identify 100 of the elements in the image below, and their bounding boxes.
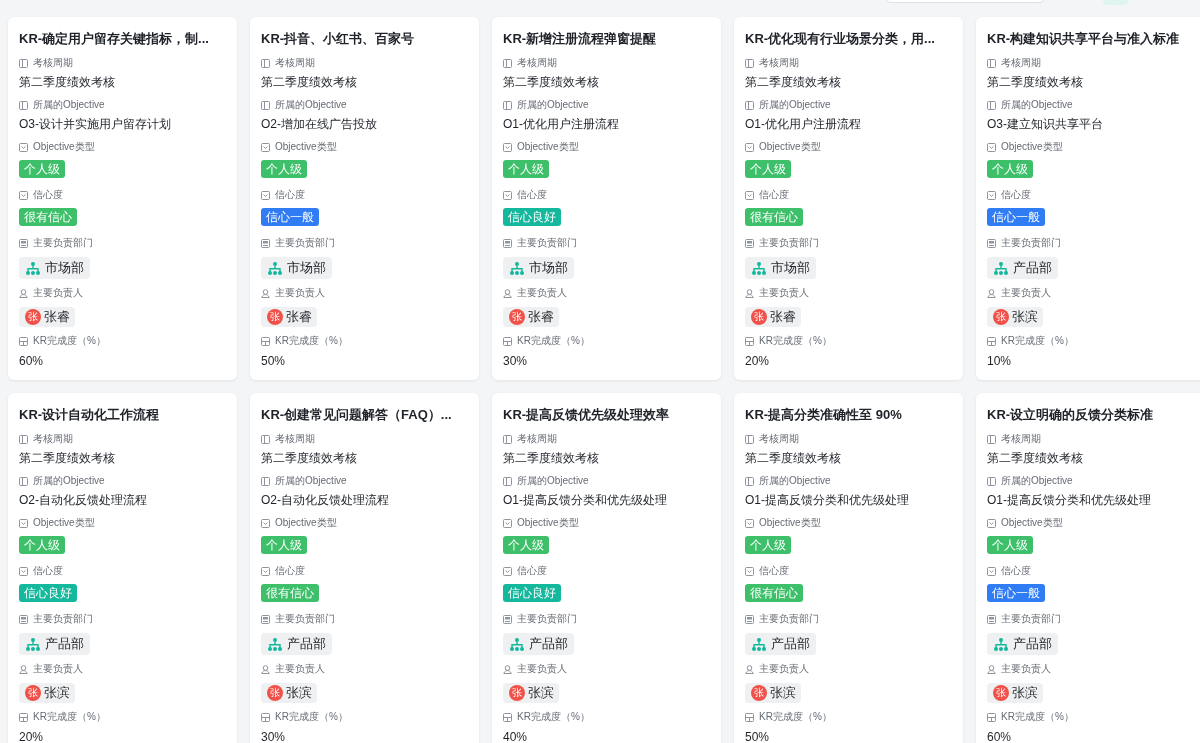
kr-card[interactable]: KR-设立明确的反馈分类标准 考核周期 第二季度绩效考核 所属的Objective O1-提高反馈分类和优先级处理 Objective类型 个人级 信心度 信心一般 主要负责部门 产品部 主要负责人 张 张滨 KR完成度（%） 60%: [976, 393, 1200, 743]
id-card-icon: [503, 238, 512, 248]
kr-card[interactable]: KR-设计自动化工作流程 考核周期 第二季度绩效考核 所属的Objective O2-自动化反馈处理流程 Objective类型 个人级 信心度 信心良好 主要负责部门 产品部 主要负责人 张 张滨 KR完成度（%） 20%: [8, 393, 237, 743]
column-icon: [987, 58, 996, 68]
dropdown-box-icon: [745, 566, 754, 576]
field-label: KR完成度（%）: [1001, 710, 1074, 724]
status-tag: 个人级: [503, 160, 549, 178]
field-label: 主要负责人: [517, 286, 567, 300]
field-label: 主要负责人: [1001, 662, 1051, 676]
column-icon: [745, 58, 754, 68]
status-tag: 信心良好: [19, 584, 77, 602]
field-value: 第二季度绩效考核: [19, 74, 115, 91]
field-label: 主要负责人: [275, 662, 325, 676]
field-value: 50%: [745, 729, 770, 743]
field-label: 所属的Objective: [33, 474, 105, 488]
status-tag: 很有信心: [19, 208, 77, 226]
table-icon: [19, 712, 28, 722]
person-icon: [987, 288, 996, 298]
table-icon: [261, 336, 270, 346]
field-label: KR完成度（%）: [517, 334, 590, 348]
dropdown-box-icon: [503, 518, 512, 528]
field-label: 考核周期: [1001, 56, 1041, 70]
field-label: KR完成度（%）: [517, 710, 590, 724]
field-label: 信心度: [759, 188, 789, 202]
kr-card[interactable]: KR-抖音、小红书、百家号 考核周期 第二季度绩效考核 所属的Objective O2-增加在线广告投放 Objective类型 个人级 信心度 信心一般 主要负责部门 市场部 主要负责人 张 张睿 KR完成度（%） 50%: [250, 17, 479, 380]
field-label: 所属的Objective: [759, 98, 831, 112]
field-label: 主要负责部门: [33, 236, 93, 250]
field-label: 考核周期: [759, 56, 799, 70]
column-icon: [745, 476, 754, 486]
kr-card[interactable]: KR-创建常见问题解答（FAQ）... 考核周期 第二季度绩效考核 所属的Objective O2-自动化反馈处理流程 Objective类型 个人级 信心度 很有信心 主要负责部门 产品部 主要负责人 张 张滨 KR完成度（%） 30%: [250, 393, 479, 743]
kr-card[interactable]: KR-提高分类准确性至 90% 考核周期 第二季度绩效考核 所属的Objective O1-提高反馈分类和优先级处理 Objective类型 个人级 信心度 很有信心 主要负责部门 产品部 主要负责人 张 张滨 KR完成度（%） 50%: [734, 393, 963, 743]
field-label: 主要负责人: [275, 286, 325, 300]
column-icon: [503, 100, 512, 110]
status-tag: 信心一般: [987, 208, 1045, 226]
field-label: 所属的Objective: [517, 474, 589, 488]
status-tag: 个人级: [19, 160, 65, 178]
field-label: 主要负责人: [1001, 286, 1051, 300]
department-name: 产品部: [529, 635, 568, 653]
field-value: O2-增加在线广告投放: [261, 116, 377, 133]
user-avatar: 张: [267, 309, 283, 325]
id-card-icon: [19, 238, 28, 248]
field-label: Objective类型: [517, 140, 579, 154]
person-icon: [987, 664, 996, 674]
field-value: 30%: [261, 729, 286, 743]
kr-card[interactable]: KR-提高反馈优先级处理效率 考核周期 第二季度绩效考核 所属的Objective O1-提高反馈分类和优先级处理 Objective类型 个人级 信心度 信心良好 主要负责部门 产品部 主要负责人 张 张滨 KR完成度（%） 40%: [492, 393, 721, 743]
table-icon: [503, 336, 512, 346]
column-icon: [745, 100, 754, 110]
org-chart-icon: [268, 261, 282, 275]
field-label: 考核周期: [517, 56, 557, 70]
org-chart-icon: [994, 637, 1008, 651]
person-icon: [503, 288, 512, 298]
column-icon: [503, 58, 512, 68]
person-name: 张滨: [286, 684, 312, 702]
dropdown-box-icon: [745, 142, 754, 152]
field-label: Objective类型: [1001, 140, 1063, 154]
status-tag: 信心一般: [261, 208, 319, 226]
field-value: O1-优化用户注册流程: [503, 116, 619, 133]
column-icon: [19, 434, 28, 444]
person-name: 张滨: [1012, 684, 1038, 702]
dropdown-box-icon: [261, 518, 270, 528]
table-icon: [19, 336, 28, 346]
card-title: KR-设计自动化工作流程: [19, 406, 160, 424]
field-label: 考核周期: [275, 56, 315, 70]
field-label: 主要负责人: [759, 662, 809, 676]
org-chart-icon: [510, 637, 524, 651]
field-value: 20%: [745, 353, 770, 370]
department-name: 产品部: [287, 635, 326, 653]
field-label: 主要负责部门: [1001, 236, 1061, 250]
field-value: O2-自动化反馈处理流程: [261, 492, 389, 509]
id-card-icon: [745, 238, 754, 248]
department-name: 产品部: [1013, 259, 1052, 277]
field-value: 第二季度绩效考核: [261, 74, 357, 91]
field-label: 主要负责部门: [517, 236, 577, 250]
field-label: 信心度: [759, 564, 789, 578]
field-label: 考核周期: [517, 432, 557, 446]
field-label: 主要负责人: [759, 286, 809, 300]
field-value: 50%: [261, 353, 286, 370]
kr-card[interactable]: KR-新增注册流程弹窗提醒 考核周期 第二季度绩效考核 所属的Objective O1-优化用户注册流程 Objective类型 个人级 信心度 信心良好 主要负责部门 市场部 主要负责人 张 张睿 KR完成度（%） 30%: [492, 17, 721, 380]
field-label: 主要负责部门: [517, 612, 577, 626]
status-tag: 信心一般: [987, 584, 1045, 602]
kr-card[interactable]: KR-构建知识共享平台与准入标准 考核周期 第二季度绩效考核 所属的Objective O3-建立知识共享平台 Objective类型 个人级 信心度 信心一般 主要负责部门 产品部 主要负责人 张 张滨 KR完成度（%） 10%: [976, 17, 1200, 380]
field-label: 信心度: [33, 564, 63, 578]
field-label: 考核周期: [33, 432, 73, 446]
dropdown-box-icon: [987, 518, 996, 528]
id-card-icon: [987, 238, 996, 248]
user-avatar: 张: [751, 685, 767, 701]
field-label: Objective类型: [759, 516, 821, 530]
dropdown-box-icon: [987, 190, 996, 200]
table-icon: [745, 712, 754, 722]
person-icon: [261, 288, 270, 298]
field-label: Objective类型: [33, 516, 95, 530]
column-icon: [261, 476, 270, 486]
field-label: 信心度: [275, 564, 305, 578]
kr-card[interactable]: KR-确定用户留存关键指标，制... 考核周期 第二季度绩效考核 所属的Objective O3-设计并实施用户留存计划 Objective类型 个人级 信心度 很有信心 主要负责部门 市场部 主要负责人 张 张睿 KR完成度（%） 60%: [8, 17, 237, 380]
dropdown-box-icon: [261, 190, 270, 200]
card-title: KR-优化现有行业场景分类，用...: [745, 30, 935, 48]
id-card-icon: [19, 614, 28, 624]
id-card-icon: [745, 614, 754, 624]
kr-card[interactable]: KR-优化现有行业场景分类，用... 考核周期 第二季度绩效考核 所属的Objective O1-优化用户注册流程 Objective类型 个人级 信心度 很有信心 主要负责部门 市场部 主要负责人 张 张睿 KR完成度（%） 20%: [734, 17, 963, 380]
field-label: 所属的Objective: [275, 98, 347, 112]
